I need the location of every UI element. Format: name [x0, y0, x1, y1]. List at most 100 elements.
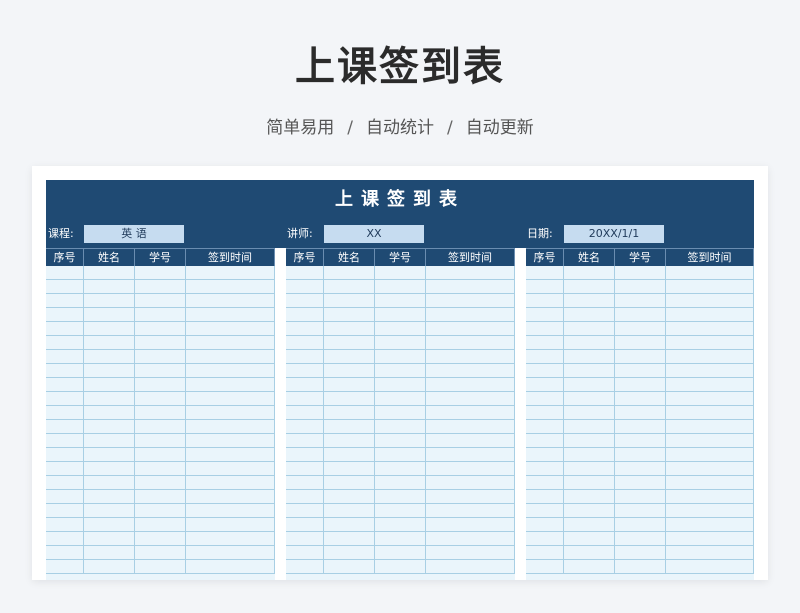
table-cell[interactable]	[615, 294, 666, 307]
table-cell[interactable]	[526, 462, 564, 475]
table-cell[interactable]	[526, 504, 564, 517]
table-cell[interactable]	[186, 490, 275, 503]
table-cell[interactable]	[375, 336, 426, 349]
table-cell[interactable]	[426, 294, 515, 307]
table-cell[interactable]	[615, 280, 666, 293]
table-cell[interactable]	[426, 322, 515, 335]
table-cell[interactable]	[46, 560, 84, 573]
table-cell[interactable]	[615, 476, 666, 489]
table-cell[interactable]	[46, 406, 84, 419]
table-cell[interactable]	[615, 336, 666, 349]
table-cell[interactable]	[84, 294, 135, 307]
table-cell[interactable]	[135, 518, 186, 531]
table-cell[interactable]	[375, 560, 426, 573]
table-cell[interactable]	[46, 420, 84, 433]
table-cell[interactable]	[186, 336, 275, 349]
table-cell[interactable]	[375, 476, 426, 489]
table-cell[interactable]	[426, 406, 515, 419]
table-cell[interactable]	[286, 392, 324, 405]
table-cell[interactable]	[666, 378, 754, 391]
table-cell[interactable]	[666, 476, 754, 489]
table-cell[interactable]	[135, 532, 186, 545]
table-cell[interactable]	[135, 308, 186, 321]
table-cell[interactable]	[564, 406, 615, 419]
table-cell[interactable]	[135, 336, 186, 349]
table-cell[interactable]	[84, 406, 135, 419]
table-cell[interactable]	[84, 420, 135, 433]
table-cell[interactable]	[666, 518, 754, 531]
table-cell[interactable]	[135, 406, 186, 419]
table-cell[interactable]	[375, 504, 426, 517]
table-cell[interactable]	[135, 560, 186, 573]
table-cell[interactable]	[46, 532, 84, 545]
table-cell[interactable]	[564, 476, 615, 489]
table-cell[interactable]	[186, 518, 275, 531]
table-cell[interactable]	[84, 532, 135, 545]
table-cell[interactable]	[426, 448, 515, 461]
table-cell[interactable]	[375, 406, 426, 419]
table-cell[interactable]	[186, 266, 275, 279]
table-cell[interactable]	[564, 266, 615, 279]
table-cell[interactable]	[46, 448, 84, 461]
table-cell[interactable]	[84, 308, 135, 321]
table-cell[interactable]	[426, 308, 515, 321]
table-cell[interactable]	[46, 322, 84, 335]
table-cell[interactable]	[286, 364, 324, 377]
table-cell[interactable]	[324, 518, 375, 531]
table-cell[interactable]	[186, 308, 275, 321]
table-cell[interactable]	[526, 378, 564, 391]
table-cell[interactable]	[375, 546, 426, 559]
table-cell[interactable]	[375, 378, 426, 391]
table-cell[interactable]	[426, 434, 515, 447]
table-cell[interactable]	[324, 308, 375, 321]
table-cell[interactable]	[564, 308, 615, 321]
table-cell[interactable]	[426, 350, 515, 363]
table-cell[interactable]	[375, 434, 426, 447]
table-cell[interactable]	[324, 392, 375, 405]
table-cell[interactable]	[324, 350, 375, 363]
table-cell[interactable]	[135, 350, 186, 363]
table-cell[interactable]	[84, 364, 135, 377]
table-cell[interactable]	[375, 266, 426, 279]
table-cell[interactable]	[46, 266, 84, 279]
table-cell[interactable]	[286, 294, 324, 307]
table-cell[interactable]	[324, 420, 375, 433]
table-cell[interactable]	[666, 364, 754, 377]
table-cell[interactable]	[666, 336, 754, 349]
table-cell[interactable]	[564, 420, 615, 433]
table-cell[interactable]	[666, 308, 754, 321]
table-cell[interactable]	[375, 364, 426, 377]
table-cell[interactable]	[666, 532, 754, 545]
table-cell[interactable]	[666, 504, 754, 517]
table-cell[interactable]	[615, 560, 666, 573]
table-cell[interactable]	[46, 364, 84, 377]
table-cell[interactable]	[84, 266, 135, 279]
table-cell[interactable]	[526, 392, 564, 405]
table-cell[interactable]	[615, 350, 666, 363]
table-cell[interactable]	[324, 406, 375, 419]
table-cell[interactable]	[564, 490, 615, 503]
table-cell[interactable]	[526, 308, 564, 321]
table-cell[interactable]	[615, 504, 666, 517]
table-cell[interactable]	[375, 518, 426, 531]
table-cell[interactable]	[186, 532, 275, 545]
table-cell[interactable]	[666, 448, 754, 461]
table-cell[interactable]	[426, 266, 515, 279]
table-cell[interactable]	[615, 448, 666, 461]
table-cell[interactable]	[286, 420, 324, 433]
table-cell[interactable]	[375, 462, 426, 475]
table-cell[interactable]	[615, 434, 666, 447]
table-cell[interactable]	[286, 476, 324, 489]
table-cell[interactable]	[286, 518, 324, 531]
table-cell[interactable]	[615, 532, 666, 545]
table-cell[interactable]	[666, 266, 754, 279]
table-cell[interactable]	[615, 406, 666, 419]
table-cell[interactable]	[186, 406, 275, 419]
table-cell[interactable]	[375, 420, 426, 433]
table-cell[interactable]	[286, 490, 324, 503]
table-cell[interactable]	[426, 560, 515, 573]
table-cell[interactable]	[135, 392, 186, 405]
table-cell[interactable]	[286, 336, 324, 349]
table-cell[interactable]	[286, 266, 324, 279]
table-cell[interactable]	[375, 448, 426, 461]
